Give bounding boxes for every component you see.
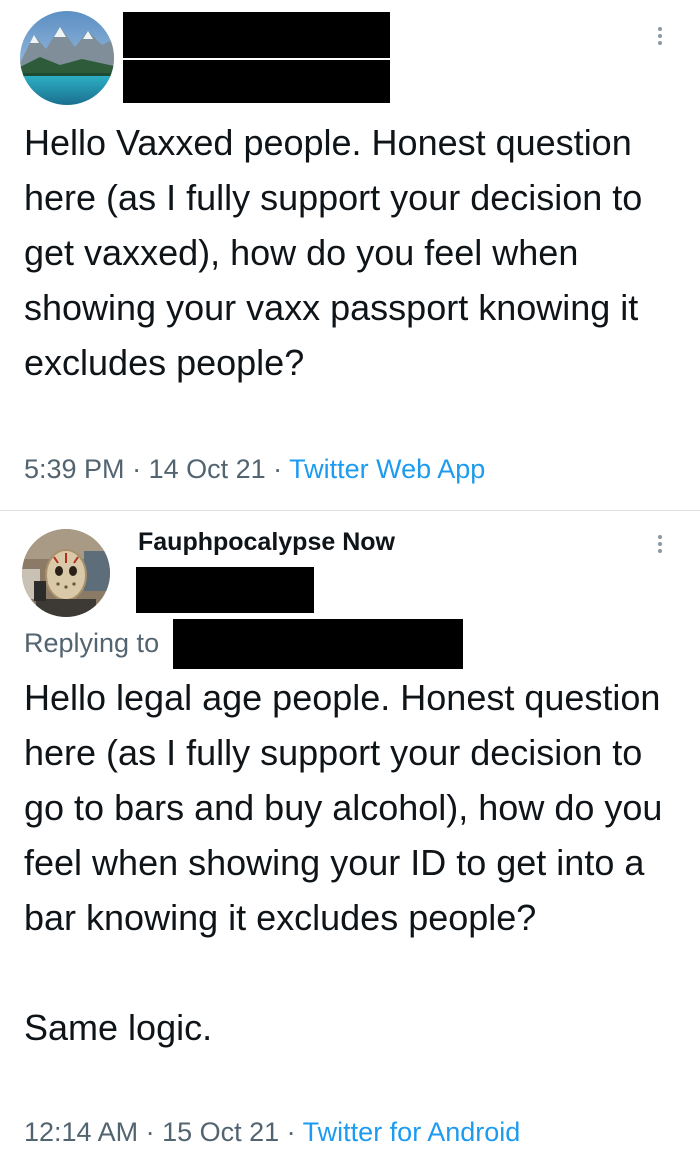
meta-separator: ·: [265, 454, 290, 484]
tweet-text: Hello Vaxxed people. Honest question her…: [24, 122, 643, 383]
tweet-date[interactable]: 15 Oct 21: [162, 1117, 279, 1147]
tweet-divider: [0, 510, 700, 511]
meta-separator: ·: [138, 1117, 163, 1147]
redacted-username: [136, 567, 314, 613]
replying-to-label: Replying to: [24, 628, 160, 658]
tweet-reply[interactable]: Fauphpocalypse Now Replying to Hello leg…: [0, 512, 700, 1162]
redacted-display-name: [123, 12, 390, 58]
tweet-text: Hello legal age people. Honest question …: [24, 677, 663, 1048]
more-options-icon[interactable]: [658, 535, 664, 556]
display-name[interactable]: Fauphpocalypse Now: [138, 528, 395, 557]
more-options-icon[interactable]: [658, 27, 664, 48]
tweet-time[interactable]: 12:14 AM: [24, 1117, 138, 1147]
tweet-original[interactable]: Hello Vaxxed people. Honest question her…: [0, 0, 700, 510]
tweet-source-link[interactable]: Twitter Web App: [289, 454, 485, 484]
meta-separator: ·: [279, 1117, 303, 1147]
tweet-meta: 5:39 PM · 14 Oct 21 · Twitter Web App: [24, 454, 485, 485]
tweet-source-link[interactable]: Twitter for Android: [303, 1117, 521, 1147]
masked-person-avatar-icon[interactable]: [22, 529, 110, 617]
landscape-avatar-icon[interactable]: [20, 11, 114, 105]
tweet-date[interactable]: 14 Oct 21: [149, 454, 266, 484]
meta-separator: ·: [124, 454, 149, 484]
tweet-time[interactable]: 5:39 PM: [24, 454, 125, 484]
redacted-username: [123, 60, 390, 103]
redacted-reply-target[interactable]: [173, 619, 463, 669]
tweet-meta: 12:14 AM · 15 Oct 21 · Twitter for Andro…: [24, 1117, 520, 1148]
